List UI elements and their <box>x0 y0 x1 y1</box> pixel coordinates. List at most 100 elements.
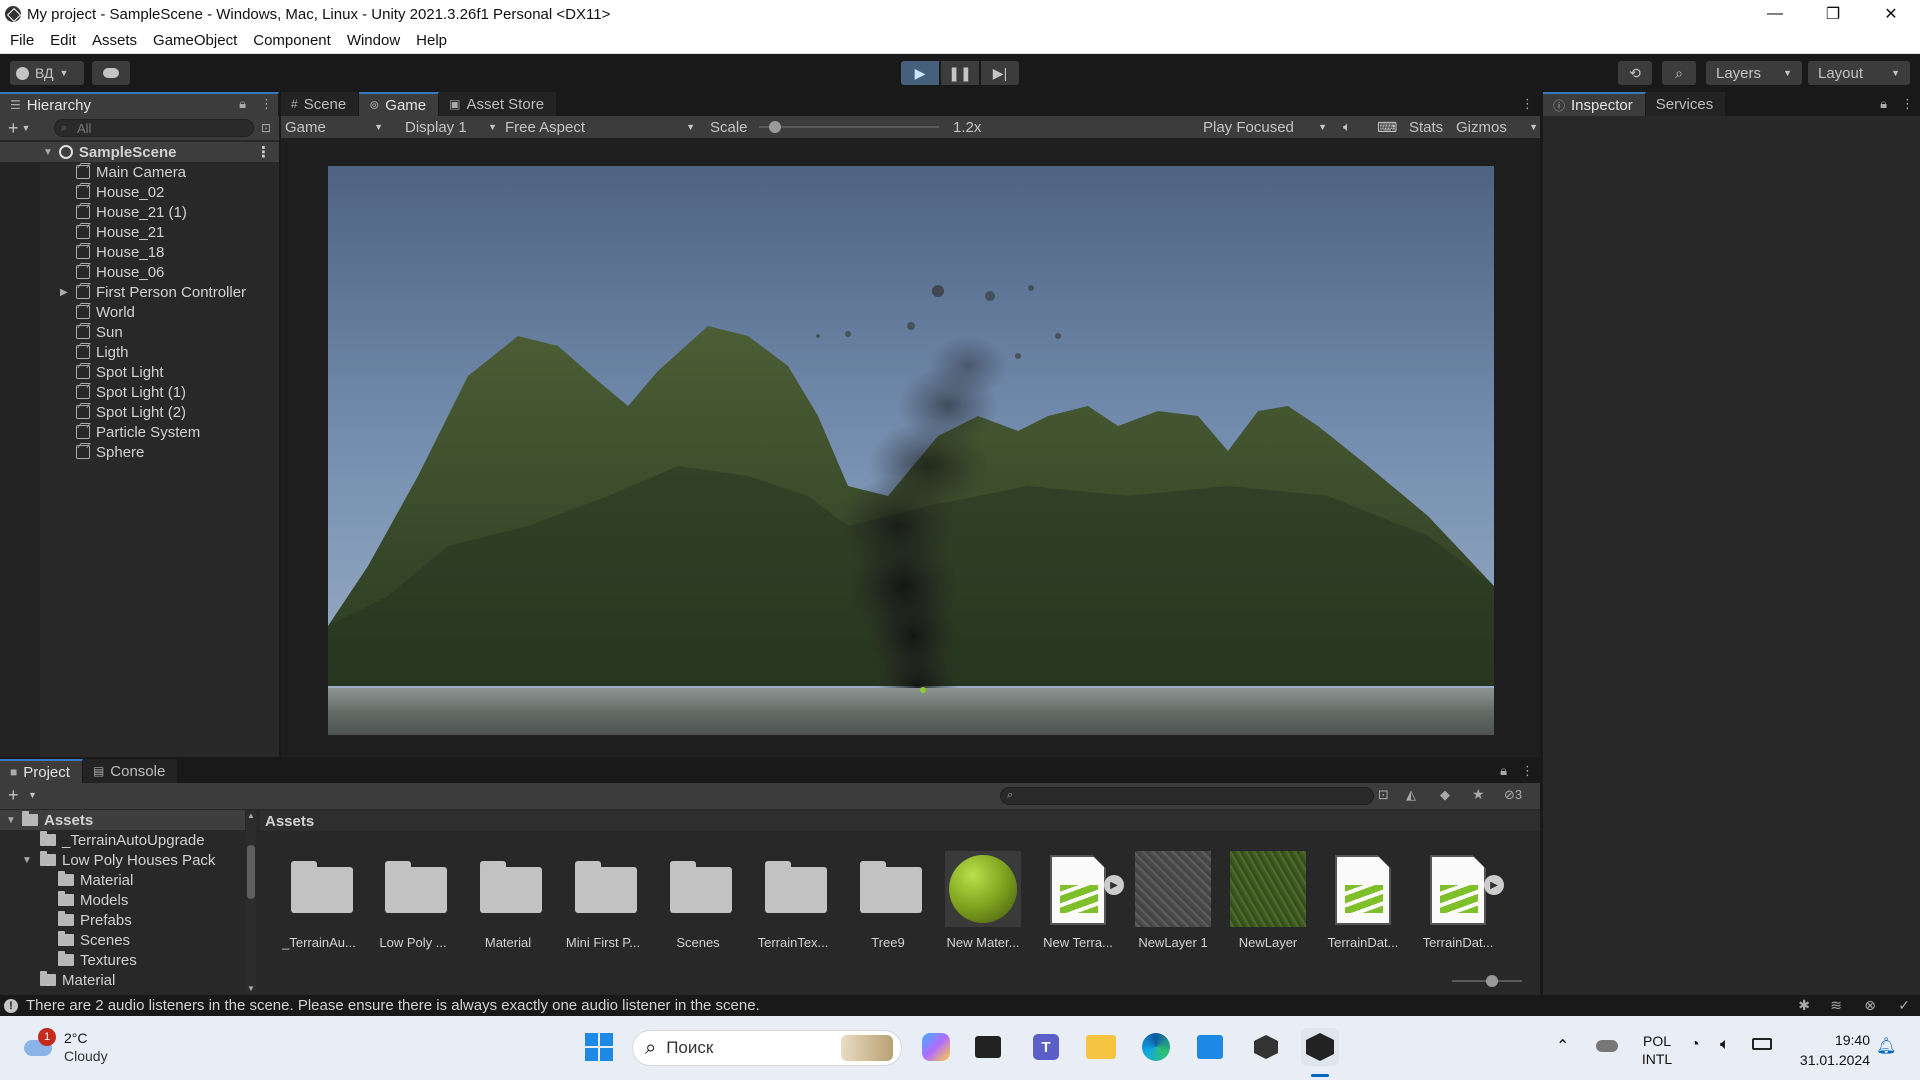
chevron-down-icon[interactable]: ▼ <box>28 790 37 800</box>
scale-slider-thumb[interactable] <box>769 121 781 133</box>
hierarchy-item[interactable]: House_18 <box>0 242 279 262</box>
hierarchy-item[interactable]: Spot Light (1) <box>0 382 279 402</box>
asset-terrain[interactable]: ▶ New Terra... <box>1034 851 1124 950</box>
play-button[interactable]: ▶ <box>901 61 939 85</box>
more-icon[interactable]: ⋮ <box>1521 763 1534 779</box>
cache-icon[interactable]: ≋ <box>1830 997 1842 1014</box>
maximize-button[interactable]: ❐ <box>1804 0 1862 28</box>
breadcrumb-assets[interactable]: Assets <box>265 813 314 830</box>
more-icon[interactable]: ⋮ <box>256 143 271 161</box>
check-circle-icon[interactable]: ✓ <box>1898 997 1910 1014</box>
tab-project[interactable]: ■ Project <box>0 759 83 783</box>
onedrive-icon[interactable] <box>1596 1040 1618 1052</box>
tree-item[interactable]: Prefabs <box>0 910 245 930</box>
status-bar[interactable]: ! There are 2 audio listeners in the sce… <box>0 995 1920 1016</box>
taskbar-unity-hub[interactable] <box>1247 1028 1285 1066</box>
network-off-icon[interactable]: ⊗ <box>1864 997 1876 1014</box>
battery-icon[interactable] <box>1752 1038 1772 1050</box>
expand-arrow-icon[interactable]: ▶ <box>60 287 76 298</box>
hierarchy-item[interactable]: House_02 <box>0 182 279 202</box>
taskbar-task-view[interactable] <box>969 1028 1007 1066</box>
menu-edit[interactable]: Edit <box>42 32 84 49</box>
hierarchy-item[interactable]: House_21 <box>0 222 279 242</box>
scale-slider[interactable] <box>759 118 939 136</box>
tree-item[interactable]: Material <box>0 870 245 890</box>
search-button[interactable]: ⌕ <box>1662 61 1696 85</box>
asset-folder[interactable]: Mini First P... <box>559 851 647 950</box>
tab-inspector[interactable]: ⓘ Inspector <box>1543 92 1646 116</box>
asset-folder[interactable]: Scenes <box>654 851 742 950</box>
up-arrow-icon[interactable]: ▲ <box>246 811 256 820</box>
asset-folder[interactable]: Tree9 <box>844 851 932 950</box>
scrollbar-thumb[interactable] <box>247 845 255 899</box>
create-button[interactable]: + <box>8 785 19 806</box>
layers-dropdown[interactable]: Layers ▼ <box>1706 61 1802 85</box>
asset-terrain[interactable]: TerrainDat... <box>1319 851 1407 950</box>
scene-visibility-icon[interactable]: ⊡ <box>261 121 271 135</box>
tree-item[interactable]: _TerrainAutoUpgrade <box>0 830 245 850</box>
game-view-dropdown[interactable]: Game ▼ <box>285 118 389 136</box>
mute-audio-button[interactable]: 🔈︎ <box>1343 118 1351 136</box>
gizmos-button[interactable]: Gizmos ▼ <box>1456 118 1538 136</box>
zoom-slider[interactable] <box>1452 975 1522 987</box>
taskbar-explorer[interactable] <box>1082 1028 1120 1066</box>
tab-scene[interactable]: # Scene <box>281 92 360 116</box>
tag-icon[interactable]: ◆ <box>1440 787 1450 803</box>
chevron-down-icon[interactable]: ▼ <box>22 123 31 133</box>
expand-arrow-icon[interactable]: ▼ <box>43 147 53 158</box>
language-indicator[interactable]: POL INTL <box>1640 1032 1674 1068</box>
expand-arrow-icon[interactable]: ▶ <box>1104 875 1124 895</box>
hierarchy-item[interactable]: ▶ First Person Controller <box>0 282 279 302</box>
menu-file[interactable]: File <box>2 32 42 49</box>
filter-by-label-icon[interactable]: ◭ <box>1406 787 1416 803</box>
hierarchy-item[interactable]: World <box>0 302 279 322</box>
asset-terrain[interactable]: ▶ TerrainDat... <box>1414 851 1504 950</box>
tab-asset-store[interactable]: ▣ Asset Store <box>439 92 558 116</box>
add-button[interactable]: + <box>8 118 19 139</box>
project-search-input[interactable]: ⌕ <box>1000 787 1374 805</box>
taskbar-edge[interactable] <box>1137 1028 1175 1066</box>
history-button[interactable]: ⟲ <box>1618 61 1652 85</box>
taskbar-copilot[interactable] <box>917 1028 955 1066</box>
lock-icon[interactable]: 🔒︎ <box>1500 763 1507 779</box>
expand-arrow-icon[interactable]: ▶ <box>1484 875 1504 895</box>
menu-component[interactable]: Component <box>245 32 339 49</box>
more-icon[interactable]: ⋮ <box>260 96 273 112</box>
tree-item[interactable]: Models <box>0 890 245 910</box>
hierarchy-item[interactable]: Spot Light (2) <box>0 402 279 422</box>
asset-folder[interactable]: Material <box>464 851 552 950</box>
play-mode-dropdown[interactable]: Play Focused ▼ <box>1203 118 1327 136</box>
tree-item[interactable]: Material <box>0 970 245 990</box>
star-icon[interactable]: ★ <box>1472 786 1485 803</box>
asset-folder[interactable]: TerrainTex... <box>749 851 837 950</box>
asset-terrain-layer[interactable]: NewLayer 1 <box>1129 851 1217 950</box>
menu-assets[interactable]: Assets <box>84 32 145 49</box>
taskbar-unity-editor[interactable] <box>1301 1028 1339 1066</box>
asset-folder[interactable]: _TerrainAu... <box>275 851 363 950</box>
tab-services[interactable]: Services <box>1645 92 1727 116</box>
layout-dropdown[interactable]: Layout ▼ <box>1808 61 1910 85</box>
tree-item[interactable]: ▼ Low Poly Houses Pack <box>0 850 245 870</box>
keyboard-shortcuts-button[interactable]: ⌨ <box>1377 118 1397 136</box>
aspect-dropdown[interactable]: Free Aspect ▼ <box>505 118 695 136</box>
menu-window[interactable]: Window <box>339 32 408 49</box>
step-button[interactable]: ▶| <box>981 61 1019 85</box>
pause-button[interactable]: ❚❚ <box>941 61 979 85</box>
hierarchy-item[interactable]: Spot Light <box>0 362 279 382</box>
close-button[interactable]: ✕ <box>1862 0 1920 28</box>
taskbar-teams[interactable]: T <box>1027 1028 1065 1066</box>
game-viewport[interactable] <box>328 166 1494 735</box>
stats-button[interactable]: Stats <box>1409 118 1443 136</box>
more-icon[interactable]: ⋮ <box>1901 96 1914 112</box>
tree-item[interactable]: Textures <box>0 950 245 970</box>
menu-gameobject[interactable]: GameObject <box>145 32 245 49</box>
tree-item-assets[interactable]: ▼ Assets <box>0 810 245 830</box>
hierarchy-item[interactable]: House_06 <box>0 262 279 282</box>
tab-game[interactable]: ⊚ Game <box>359 92 440 116</box>
bell-icon[interactable]: 🔔︎ <box>1876 1036 1896 1056</box>
lock-icon[interactable]: 🔒︎ <box>239 96 246 112</box>
search-by-type-icon[interactable]: ⊡ <box>1378 787 1389 803</box>
more-icon[interactable]: ⋮ <box>1521 96 1534 112</box>
start-button[interactable] <box>580 1028 618 1066</box>
clock[interactable]: 19:40 31.01.2024 <box>1790 1030 1870 1070</box>
